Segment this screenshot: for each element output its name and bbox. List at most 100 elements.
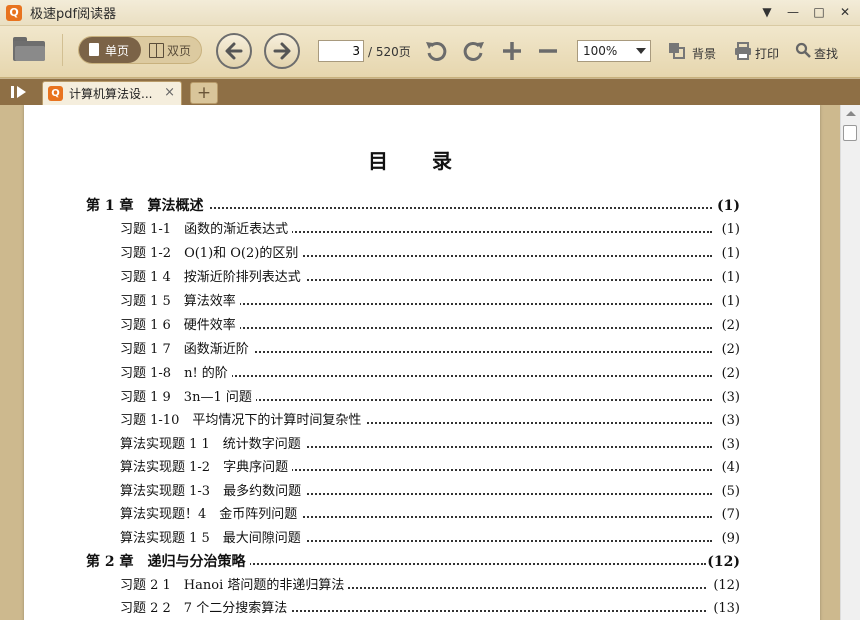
arrow-left-icon	[225, 42, 243, 60]
toc-entry[interactable]: 习题 1 4 按渐近阶排列表达式 (1)	[120, 268, 740, 288]
pdf-page: 目录 第 1 章 算法概述 (1) 习题 1-1 函数的渐近表达式 (1) 习题 1-2…	[24, 105, 820, 620]
toc-entry[interactable]: 习题 2 1 Hanoi 塔问题的非递归算法 (12)	[120, 576, 740, 596]
previous-page-button[interactable]	[216, 33, 252, 69]
toc-entry[interactable]: 习题 1-1 函数的渐近表达式 (1)	[120, 220, 740, 240]
toc-entry-title: 习题 1 7 函数渐近阶	[120, 340, 253, 360]
toc-entry-page: (1)	[721, 246, 740, 261]
toc-entry-title: 习题 1 4 按渐近阶排列表达式	[120, 268, 305, 288]
menu-dropdown-icon[interactable]: ▼	[756, 3, 778, 21]
open-folder-icon[interactable]	[13, 37, 45, 61]
tab-title: 计算机算法设...	[69, 87, 153, 101]
print-button[interactable]: 打印	[755, 45, 779, 62]
next-page-button[interactable]	[264, 33, 300, 69]
toc-entry-page: (2)	[721, 366, 740, 381]
toc-entry-title: 习题 1-2 O(1)和 O(2)的区别	[120, 244, 303, 264]
single-page-label: 单页	[105, 43, 130, 58]
toc-entry[interactable]: 习题 1 6 硬件效率 (2)	[120, 316, 740, 336]
scroll-up-arrow-icon[interactable]	[846, 111, 856, 116]
sidebar-toggle-icon[interactable]	[8, 84, 30, 100]
toc-chapter-entry[interactable]: 第 2 章 递归与分治策略 (12)	[86, 552, 740, 572]
view-mode-toggle: 单页 双页	[78, 36, 202, 64]
document-viewport[interactable]: 目录 第 1 章 算法概述 (1) 习题 1-1 函数的渐近表达式 (1) 习题 1-2…	[0, 105, 840, 620]
toc-entry-page: (1)	[721, 294, 740, 309]
toc-entry[interactable]: 习题 1 7 函数渐近阶 (2)	[120, 340, 740, 360]
single-page-icon	[87, 42, 101, 58]
scrollbar-thumb[interactable]	[843, 125, 857, 141]
rotate-right-icon[interactable]	[460, 38, 486, 64]
app-logo-icon: Q	[6, 4, 22, 21]
page-total-label: / 520页	[368, 45, 411, 59]
toc-entry[interactable]: 算法实现题 1 5 最大间隙问题 (9)	[120, 529, 740, 549]
tab-document[interactable]: Q 计算机算法设... ×	[42, 81, 182, 105]
background-button[interactable]: 背景	[692, 45, 716, 62]
search-button[interactable]: 查找	[814, 45, 838, 62]
new-tab-button[interactable]: +	[190, 82, 218, 104]
toc-entry-page: (4)	[721, 460, 740, 475]
zoom-in-icon[interactable]	[500, 38, 524, 64]
maximize-button[interactable]: □	[808, 3, 830, 21]
toc-entry-title: 习题 2 2 7 个二分搜索算法	[120, 599, 292, 619]
page-heading: 目录	[368, 149, 496, 173]
toc-entry-title: 习题 1 5 算法效率	[120, 292, 240, 312]
toc-entry[interactable]: 习题 1 5 算法效率 (1)	[120, 292, 740, 312]
toc-entry-title: 算法实现题 1 5 最大间隙问题	[120, 529, 305, 549]
toc-entry-page: (1)	[721, 270, 740, 285]
app-title: 极速pdf阅读器	[30, 7, 117, 22]
toc-entry-page: (12)	[707, 554, 740, 570]
toc-entry-page: (2)	[721, 342, 740, 357]
toc-entry-title: 习题 1 9 3n—1 问题	[120, 388, 256, 408]
toc-entry-title: 第 1 章 算法概述	[86, 196, 208, 216]
toc-entry[interactable]: 算法实现题！4 金币阵列问题 (7)	[120, 505, 740, 525]
background-icon[interactable]	[668, 42, 686, 60]
toc-entry-page: (3)	[721, 390, 740, 405]
toc-entry-page: (2)	[721, 318, 740, 333]
toc-entry[interactable]: 习题 1-2 O(1)和 O(2)的区别 (1)	[120, 244, 740, 264]
toc-entry-title: 习题 2 1 Hanoi 塔问题的非递归算法	[120, 576, 349, 596]
toolbar: 单页 双页 3 / 520页 100% 背景 打印 查找	[0, 26, 860, 78]
tab-close-icon[interactable]: ×	[164, 85, 175, 100]
toc-entry[interactable]: 算法实现题 1 1 统计数字问题 (3)	[120, 435, 740, 455]
toc-entry-title: 习题 1-8 n! 的阶	[120, 364, 232, 384]
vertical-scrollbar[interactable]	[840, 105, 860, 620]
toc-chapter-entry[interactable]: 第 1 章 算法概述 (1)	[86, 196, 740, 216]
toc-entry-page: (9)	[721, 531, 740, 546]
single-page-button[interactable]: 单页	[79, 37, 141, 63]
toc-entry[interactable]: 算法实现题 1-2 字典序问题 (4)	[120, 458, 740, 478]
toc-entry-title: 习题 1-1 函数的渐近表达式	[120, 220, 293, 240]
minimize-button[interactable]: —	[782, 3, 804, 21]
title-bar: Q 极速pdf阅读器 ▼ — □ ✕	[0, 0, 860, 26]
toc-entry-title: 算法实现题 1 1 统计数字问题	[120, 435, 305, 455]
double-page-icon	[149, 42, 164, 58]
toolbar-divider	[62, 34, 63, 66]
zoom-out-icon[interactable]	[536, 38, 560, 64]
toc-entry-page: (3)	[721, 413, 740, 428]
toc-entry-page: (5)	[721, 484, 740, 499]
toc-entry-page: (1)	[721, 222, 740, 237]
toc-entry[interactable]: 习题 1-8 n! 的阶 (2)	[120, 364, 740, 384]
toc-entry[interactable]: 习题 1-10 平均情况下的计算时间复杂性 (3)	[120, 411, 740, 431]
chevron-down-icon	[636, 48, 646, 54]
toc-entry-page: (1)	[717, 198, 740, 214]
toc-entry-title: 习题 1 6 硬件效率	[120, 316, 240, 336]
zoom-select[interactable]: 100%	[577, 40, 651, 62]
double-page-button[interactable]: 双页	[141, 37, 201, 63]
toc-entry-title: 算法实现题！4 金币阵列问题	[120, 505, 302, 525]
toc-entry[interactable]: 算法实现题 1-3 最多约数问题 (5)	[120, 482, 740, 502]
arrow-right-icon	[273, 42, 291, 60]
toc-entry-page: (3)	[721, 437, 740, 452]
search-icon[interactable]	[795, 42, 811, 58]
page-number-input[interactable]: 3	[318, 40, 364, 62]
double-page-label: 双页	[167, 43, 192, 58]
zoom-value: 100%	[583, 44, 618, 58]
toc-entry-page: (12)	[713, 578, 740, 593]
toc-entry-title: 算法实现题 1-3 最多约数问题	[120, 482, 306, 502]
toc-entry-title: 第 2 章 递归与分治策略	[86, 552, 250, 572]
toc-entry[interactable]: 习题 2 2 7 个二分搜索算法 (13)	[120, 599, 740, 619]
toc-entry-title: 算法实现题 1-2 字典序问题	[120, 458, 293, 478]
document-tab-logo-icon: Q	[48, 86, 63, 101]
printer-icon[interactable]	[734, 42, 752, 60]
tab-strip: Q 计算机算法设... × +	[0, 79, 860, 105]
rotate-left-icon[interactable]	[424, 38, 450, 64]
toc-entry[interactable]: 习题 1 9 3n—1 问题 (3)	[120, 388, 740, 408]
close-button[interactable]: ✕	[834, 3, 856, 21]
